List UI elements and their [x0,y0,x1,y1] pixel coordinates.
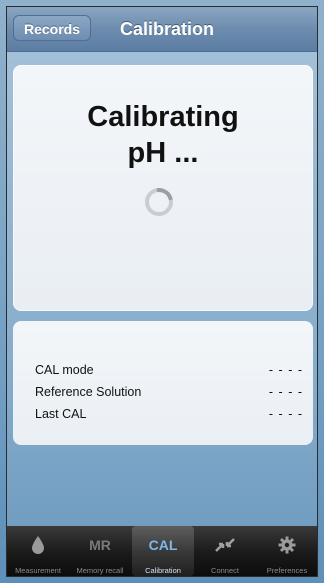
info-row-cal-mode: CAL mode - - - - [35,363,303,383]
info-label: CAL mode [35,363,94,377]
tab-preferences[interactable]: Preferences [256,526,317,576]
info-label: Reference Solution [35,385,142,399]
calibration-status-panel: Calibrating pH ... [13,65,313,311]
status-text-line2: pH ... [127,137,199,169]
connect-arrows-icon [194,534,256,556]
tab-label: Preferences [266,566,308,575]
gear-icon [256,534,317,556]
tab-bar: Measurement MR Memory recall CAL Calibra… [7,526,317,576]
info-value: - - - - [268,385,303,399]
tab-memory-recall[interactable]: MR Memory recall [69,526,131,576]
info-row-last-cal: Last CAL - - - - [35,407,303,427]
tab-label: Memory recall [76,566,124,575]
tab-label: Calibration [145,566,181,575]
mr-icon: MR [89,537,111,553]
drop-icon [7,534,69,556]
info-value: - - - - [268,363,303,377]
page-title: Calibration [119,19,214,39]
info-value: - - - - [268,407,303,421]
tab-label: Measurement [15,566,61,575]
navigation-bar: Records Calibration [7,7,317,52]
app-window: Records Calibration Calibrating pH ... C… [6,6,318,577]
calibration-info-panel: CAL mode - - - - Reference Solution - - … [13,321,313,445]
loading-spinner-icon [145,188,173,216]
tab-measurement[interactable]: Measurement [7,526,69,576]
tab-calibration[interactable]: CAL Calibration [132,526,194,576]
cal-icon: CAL [148,537,178,553]
info-label: Last CAL [35,407,87,421]
tab-connect[interactable]: Connect [194,526,256,576]
status-text-line1: Calibrating [87,101,239,133]
tab-label: Connect [211,566,239,575]
info-row-reference-solution: Reference Solution - - - - [35,385,303,405]
